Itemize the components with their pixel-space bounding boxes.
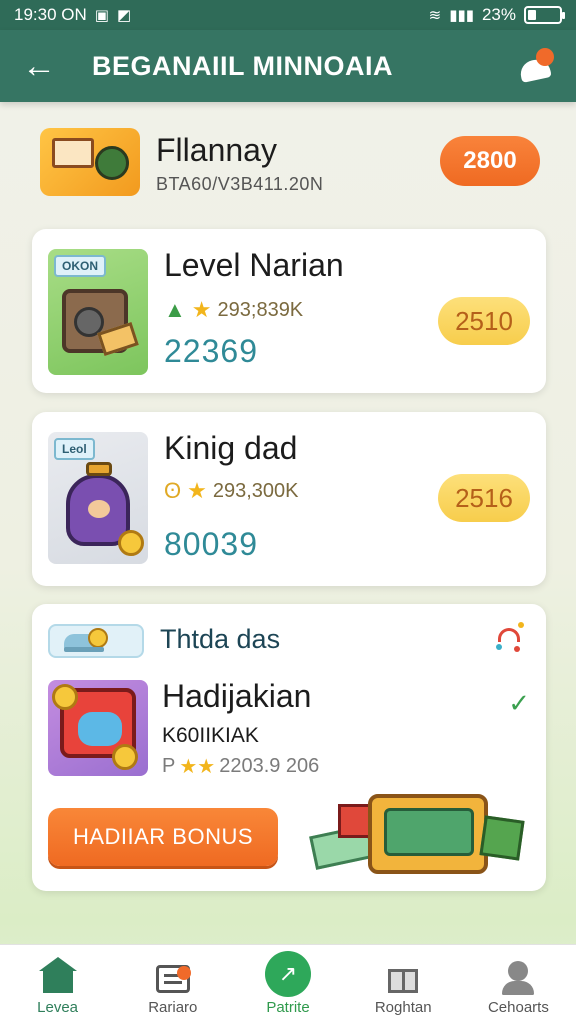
- star-icon: ★★: [179, 756, 216, 778]
- summary-subtitle: BTA60/V3B411.20N: [156, 174, 324, 194]
- bonus-stat: P ★★ 2203.9 206: [162, 754, 319, 779]
- notification-button[interactable]: [518, 48, 554, 84]
- nav-label: Patrite: [266, 999, 310, 1016]
- level-card[interactable]: OKON Level Narian ▲ ★ 293;839K 22369 251…: [32, 229, 546, 393]
- star-icon: ★: [191, 297, 212, 322]
- arrow-left-icon: ←: [22, 47, 56, 85]
- notification-badge: [536, 48, 554, 66]
- chart-icon: ↗: [265, 951, 311, 997]
- signal-icon: ▮▮▮: [449, 7, 474, 24]
- back-button[interactable]: ←: [22, 49, 62, 83]
- card-tag: Leol: [54, 438, 95, 460]
- bonus-label: Thtda das: [160, 624, 281, 654]
- coin-icon: [118, 530, 144, 556]
- card-title: Level Narian: [164, 247, 344, 283]
- card-value: 22369: [164, 333, 258, 369]
- home-icon: [38, 957, 77, 995]
- card-title: Kinig dad: [164, 430, 298, 466]
- king-card[interactable]: Leol Kinig dad ʘ ★ 293,300K 80039 2516: [32, 412, 546, 586]
- bonus-stat-prefix: P: [162, 755, 176, 777]
- star-icon: ★: [187, 478, 207, 503]
- page-title: BEGANAIIL MINNOAIA: [92, 50, 394, 81]
- bottom-nav: Levea Rariaro ↗ Patrite Roghtan Cehoarts: [0, 944, 576, 1024]
- app-header: ← BEGANAIIL MINNOAIA: [0, 30, 576, 102]
- checkmark-icon: ✓: [508, 688, 530, 718]
- gallery-icon: ◩: [116, 7, 132, 24]
- person-icon: [499, 959, 537, 995]
- task-board-icon: [40, 128, 140, 196]
- wifi-icon: ≋: [428, 7, 442, 24]
- card-tag: OKON: [54, 255, 106, 277]
- list-icon: [154, 959, 192, 995]
- card-thumbnail: OKON: [48, 249, 148, 375]
- bonus-subtitle: K60IIKIAK: [162, 724, 259, 747]
- coin-icon: ʘ: [164, 478, 182, 503]
- card-points-button[interactable]: 2510: [438, 297, 530, 345]
- nav-label: Rariaro: [148, 999, 198, 1016]
- nav-label: Levea: [37, 999, 79, 1016]
- coin-icon: [112, 744, 138, 770]
- summary-points-button[interactable]: 2800: [440, 136, 540, 186]
- card-points-button[interactable]: 2516: [438, 474, 530, 522]
- claim-bonus-button[interactable]: HADIIAR BONUS: [48, 808, 278, 866]
- summary-row: Fllannay BTA60/V3B411.20N 2800: [40, 128, 540, 198]
- image-icon: ▣: [94, 7, 109, 24]
- treasure-illustration-icon: [308, 774, 528, 884]
- confetti-icon: [494, 620, 530, 656]
- gift-icon: [384, 959, 422, 995]
- bonus-badge-icon: [48, 624, 144, 658]
- battery-percent: 23%: [481, 5, 516, 24]
- nav-item-profile[interactable]: Cehoarts: [461, 945, 576, 1024]
- status-bar: 19:30 ON ▣ ◩ ≋ ▮▮▮ 23%: [0, 0, 576, 30]
- bonus-title: Hadijakian: [162, 678, 312, 714]
- card-stat: ʘ ★ 293,300K: [164, 478, 299, 504]
- game-thumbnail: [48, 680, 148, 776]
- card-value: 80039: [164, 526, 258, 562]
- summary-title: Fllannay: [156, 132, 277, 168]
- bonus-card: Thtda das Hadijakian K60IIKIAK P ★★ 2203…: [32, 604, 546, 891]
- nav-item-list[interactable]: Rariaro: [115, 945, 230, 1024]
- nav-label: Roghtan: [374, 999, 432, 1016]
- status-left: 19:30 ON ▣ ◩: [14, 5, 131, 25]
- card-stat-value: 293;839K: [217, 298, 304, 321]
- arrow-up-icon: ▲: [164, 297, 186, 322]
- nav-item-gift[interactable]: Roghtan: [346, 945, 461, 1024]
- status-time: 19:30 ON: [14, 5, 87, 24]
- status-right: ≋ ▮▮▮ 23%: [428, 5, 565, 25]
- treasure-chest-icon: [62, 289, 139, 356]
- battery-icon: [524, 6, 565, 24]
- bonus-stat-value: 2203.9 206: [219, 755, 320, 777]
- card-stat: ▲ ★ 293;839K: [164, 297, 303, 323]
- card-stat-value: 293,300K: [212, 479, 299, 502]
- nav-item-home[interactable]: Levea: [0, 945, 115, 1024]
- card-thumbnail: Leol: [48, 432, 148, 564]
- coin-icon: [52, 684, 78, 710]
- nav-item-center[interactable]: ↗ Patrite: [230, 945, 345, 1024]
- nav-label: Cehoarts: [487, 999, 549, 1016]
